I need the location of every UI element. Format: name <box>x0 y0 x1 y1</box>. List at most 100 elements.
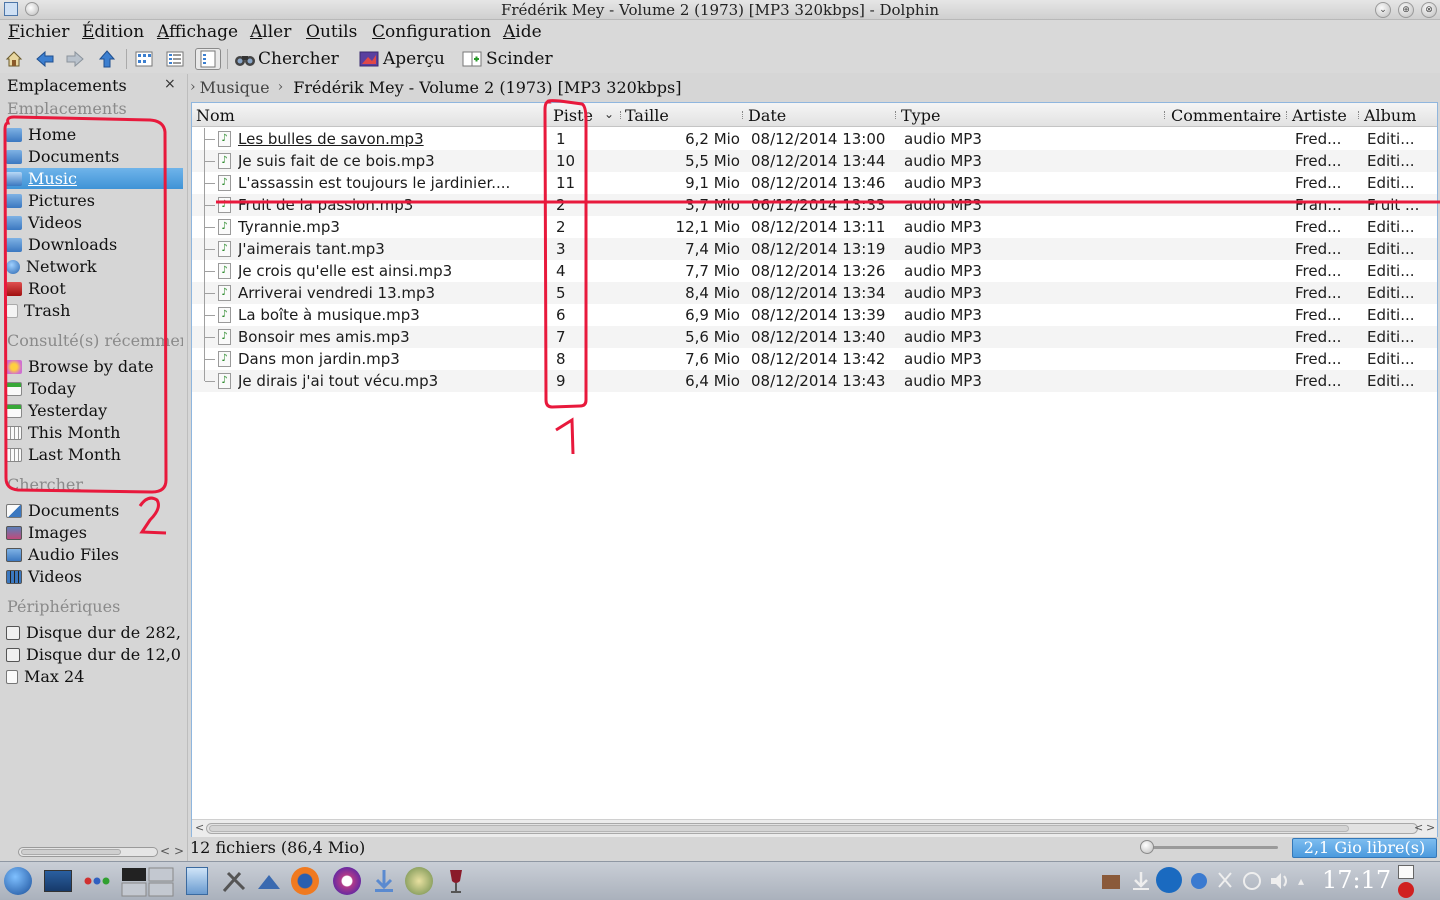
places-horizontal-scrollbar[interactable]: < > <box>6 844 184 858</box>
icons-view-button[interactable] <box>134 48 154 70</box>
tools-icon[interactable] <box>220 867 248 895</box>
back-button[interactable] <box>35 48 55 70</box>
file-row[interactable]: ♪ Je dirais j'ai tout vécu.mp3 9 6,4 Mio… <box>192 370 1437 392</box>
minimize-button[interactable]: ⌄ <box>1375 2 1391 18</box>
firefox-icon[interactable] <box>291 867 319 895</box>
file-row[interactable]: ♪ Bonsoir mes amis.mp3 7 5,6 Mio 08/12/2… <box>192 326 1437 348</box>
breadcrumb-current[interactable]: Frédérik Mey - Volume 2 (1973) [MP3 320k… <box>293 78 681 97</box>
breadcrumb-chevron-icon[interactable]: › <box>190 79 196 95</box>
scroll-right-icon[interactable]: > <box>1426 821 1435 834</box>
places-item-this-month[interactable]: This Month <box>6 422 183 443</box>
scroll-left-icon[interactable]: < <box>160 844 170 858</box>
column-taille[interactable]: Taille <box>625 106 669 125</box>
download-app-icon[interactable] <box>370 867 398 895</box>
file-row[interactable]: ♪ J'aimerais tant.mp3 3 7,4 Mio 08/12/20… <box>192 238 1437 260</box>
column-type[interactable]: Type <box>901 106 940 125</box>
scroll-left-icon[interactable]: < <box>1414 821 1423 834</box>
places-item-last-month[interactable]: Last Month <box>6 444 183 465</box>
pager-icon[interactable] <box>121 867 175 897</box>
zoom-slider[interactable] <box>1140 840 1280 854</box>
forward-button[interactable] <box>65 48 85 70</box>
tray-download-icon[interactable] <box>1130 867 1152 895</box>
network-manager-icon[interactable] <box>255 867 283 895</box>
zoom-slider-handle[interactable] <box>1140 840 1154 854</box>
volume-icon[interactable] <box>1268 867 1292 895</box>
places-item-today[interactable]: Today <box>6 378 183 399</box>
up-button[interactable] <box>97 48 117 70</box>
file-row[interactable]: ♪ Fruit de la passion.mp3 2 3,7 Mio 06/1… <box>192 194 1437 216</box>
menu-affichage[interactable]: Affichage <box>157 22 238 42</box>
places-item-search-videos[interactable]: Videos <box>6 566 183 587</box>
places-item-search-images[interactable]: Images <box>6 522 183 543</box>
places-item-trash[interactable]: Trash <box>6 300 183 321</box>
activities-icon[interactable] <box>82 867 114 895</box>
menu-edition[interactable]: Édition <box>82 22 144 42</box>
kde-menu-icon[interactable] <box>4 867 32 895</box>
file-row[interactable]: ♪ Je suis fait de ce bois.mp3 10 5,5 Mio… <box>192 150 1437 172</box>
window-titlebar[interactable]: Frédérik Mey - Volume 2 (1973) [MP3 320k… <box>0 0 1440 20</box>
file-row[interactable]: ♪ La boîte à musique.mp3 6 6,9 Mio 08/12… <box>192 304 1437 326</box>
file-row[interactable]: ♪ Tyrannie.mp3 2 12,1 Mio 08/12/2014 13:… <box>192 216 1437 238</box>
preview-button[interactable]: Aperçu <box>359 48 445 70</box>
column-album[interactable]: Album <box>1364 106 1416 125</box>
details-view-button[interactable] <box>195 48 221 70</box>
scroll-right-icon[interactable]: > <box>174 844 184 858</box>
column-commentaire[interactable]: Commentaire <box>1171 106 1281 125</box>
lock-screen-icon[interactable] <box>1398 865 1414 879</box>
close-button[interactable]: ⊗ <box>1421 2 1437 18</box>
file-row[interactable]: ♪ Dans mon jardin.mp3 8 7,6 Mio 08/12/20… <box>192 348 1437 370</box>
column-piste[interactable]: Piste <box>553 106 593 125</box>
tray-expand-icon[interactable]: ▴ <box>1298 867 1312 895</box>
places-item-pictures[interactable]: Pictures <box>6 190 183 211</box>
tray-app-icon[interactable] <box>1100 867 1122 895</box>
home-button[interactable] <box>4 48 24 70</box>
places-item-music[interactable]: Music <box>6 168 183 189</box>
maximize-button[interactable]: ⊕ <box>1398 2 1414 18</box>
menu-fichier[interactable]: Fichier <box>8 22 69 42</box>
free-space-indicator[interactable]: 2,1 Gio libre(s) <box>1292 838 1437 858</box>
menu-outils[interactable]: Outils <box>306 22 357 42</box>
menu-aide[interactable]: Aide <box>503 22 542 42</box>
close-panel-icon[interactable]: × <box>164 76 176 92</box>
menu-configuration[interactable]: Configuration <box>372 22 491 42</box>
places-item-root[interactable]: Root <box>6 278 183 299</box>
tray-scissors-icon[interactable] <box>1214 867 1236 895</box>
file-row[interactable]: ♪ Les bulles de savon.mp3 1 6,2 Mio 08/1… <box>192 128 1437 150</box>
file-row[interactable]: ♪ Je crois qu'elle est ainsi.mp3 4 7,7 M… <box>192 260 1437 282</box>
places-item-downloads[interactable]: Downloads <box>6 234 183 255</box>
column-artiste[interactable]: Artiste <box>1292 106 1347 125</box>
wine-icon[interactable] <box>442 867 470 895</box>
places-item-documents[interactable]: Documents <box>6 146 183 167</box>
places-item-search-documents[interactable]: Documents <box>6 500 183 521</box>
places-item-max24[interactable]: Max 24 <box>6 666 183 687</box>
file-row[interactable]: ♪ Arriverai vendredi 13.mp3 5 8,4 Mio 08… <box>192 282 1437 304</box>
split-button[interactable]: Scinder <box>462 48 553 70</box>
power-icon[interactable] <box>1398 882 1414 898</box>
column-date[interactable]: Date <box>748 106 786 125</box>
scroll-left-icon[interactable]: < <box>195 821 204 834</box>
clock[interactable]: 17:17 <box>1322 866 1391 894</box>
file-row[interactable]: ♪ L'assassin est toujours le jardinier..… <box>192 172 1437 194</box>
column-nom[interactable]: Nom <box>196 106 235 125</box>
menu-aller[interactable]: Aller <box>250 22 291 42</box>
places-item-disk-2[interactable]: Disque dur de 12,0 <box>6 644 183 665</box>
compact-view-button[interactable] <box>165 48 185 70</box>
tray-network-icon[interactable] <box>1240 867 1264 895</box>
eye-app-icon[interactable] <box>333 867 361 895</box>
file-view[interactable]: Nom Piste ⌄ Taille Date Type Commentaire… <box>191 102 1438 838</box>
places-item-home[interactable]: Home <box>6 124 183 145</box>
game-app-icon[interactable] <box>405 867 433 895</box>
tray-globe-icon[interactable] <box>1188 867 1210 895</box>
places-item-videos[interactable]: Videos <box>6 212 183 233</box>
places-item-browse-by-date[interactable]: Browse by date <box>6 356 183 377</box>
places-item-network[interactable]: Network <box>6 256 183 277</box>
places-item-yesterday[interactable]: Yesterday <box>6 400 183 421</box>
search-button[interactable]: Chercher <box>234 48 339 70</box>
dolphin-taskbar-icon[interactable] <box>186 867 208 895</box>
places-item-disk-1[interactable]: Disque dur de 282, <box>6 622 183 643</box>
hp-icon[interactable] <box>1156 867 1182 893</box>
file-view-horizontal-scrollbar[interactable]: < < > <box>192 819 1437 837</box>
show-desktop-icon[interactable] <box>44 870 72 892</box>
places-item-search-audio[interactable]: Audio Files <box>6 544 183 565</box>
breadcrumb-parent[interactable]: Musique <box>200 78 270 97</box>
